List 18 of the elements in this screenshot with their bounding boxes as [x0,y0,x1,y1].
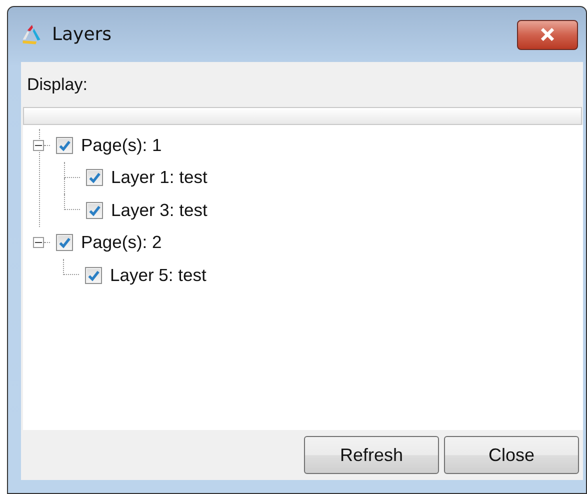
dialog-button[interactable]: Refresh [304,436,439,474]
tree-item-label[interactable]: Layer 3: test [111,200,208,221]
display-label: Display: [27,74,88,94]
tree-item-label[interactable]: Page(s): 1 [81,134,162,156]
tree-item-label[interactable]: Layer 1: test [111,167,208,188]
close-button[interactable] [517,20,578,50]
dialog-button[interactable]: Close [444,436,579,474]
checkbox[interactable] [86,169,103,186]
checkbox[interactable] [86,202,103,219]
checkbox[interactable] [56,136,73,154]
tree-expander[interactable] [33,140,44,151]
window-title: Layers [52,24,113,45]
tree-item-label[interactable]: Page(s): 2 [81,232,162,254]
checkbox[interactable] [85,266,102,284]
tree-expander[interactable] [33,237,44,248]
checkbox[interactable] [56,234,73,252]
close-icon [539,28,556,41]
tree-item-label[interactable]: Layer 5: test [110,264,206,286]
